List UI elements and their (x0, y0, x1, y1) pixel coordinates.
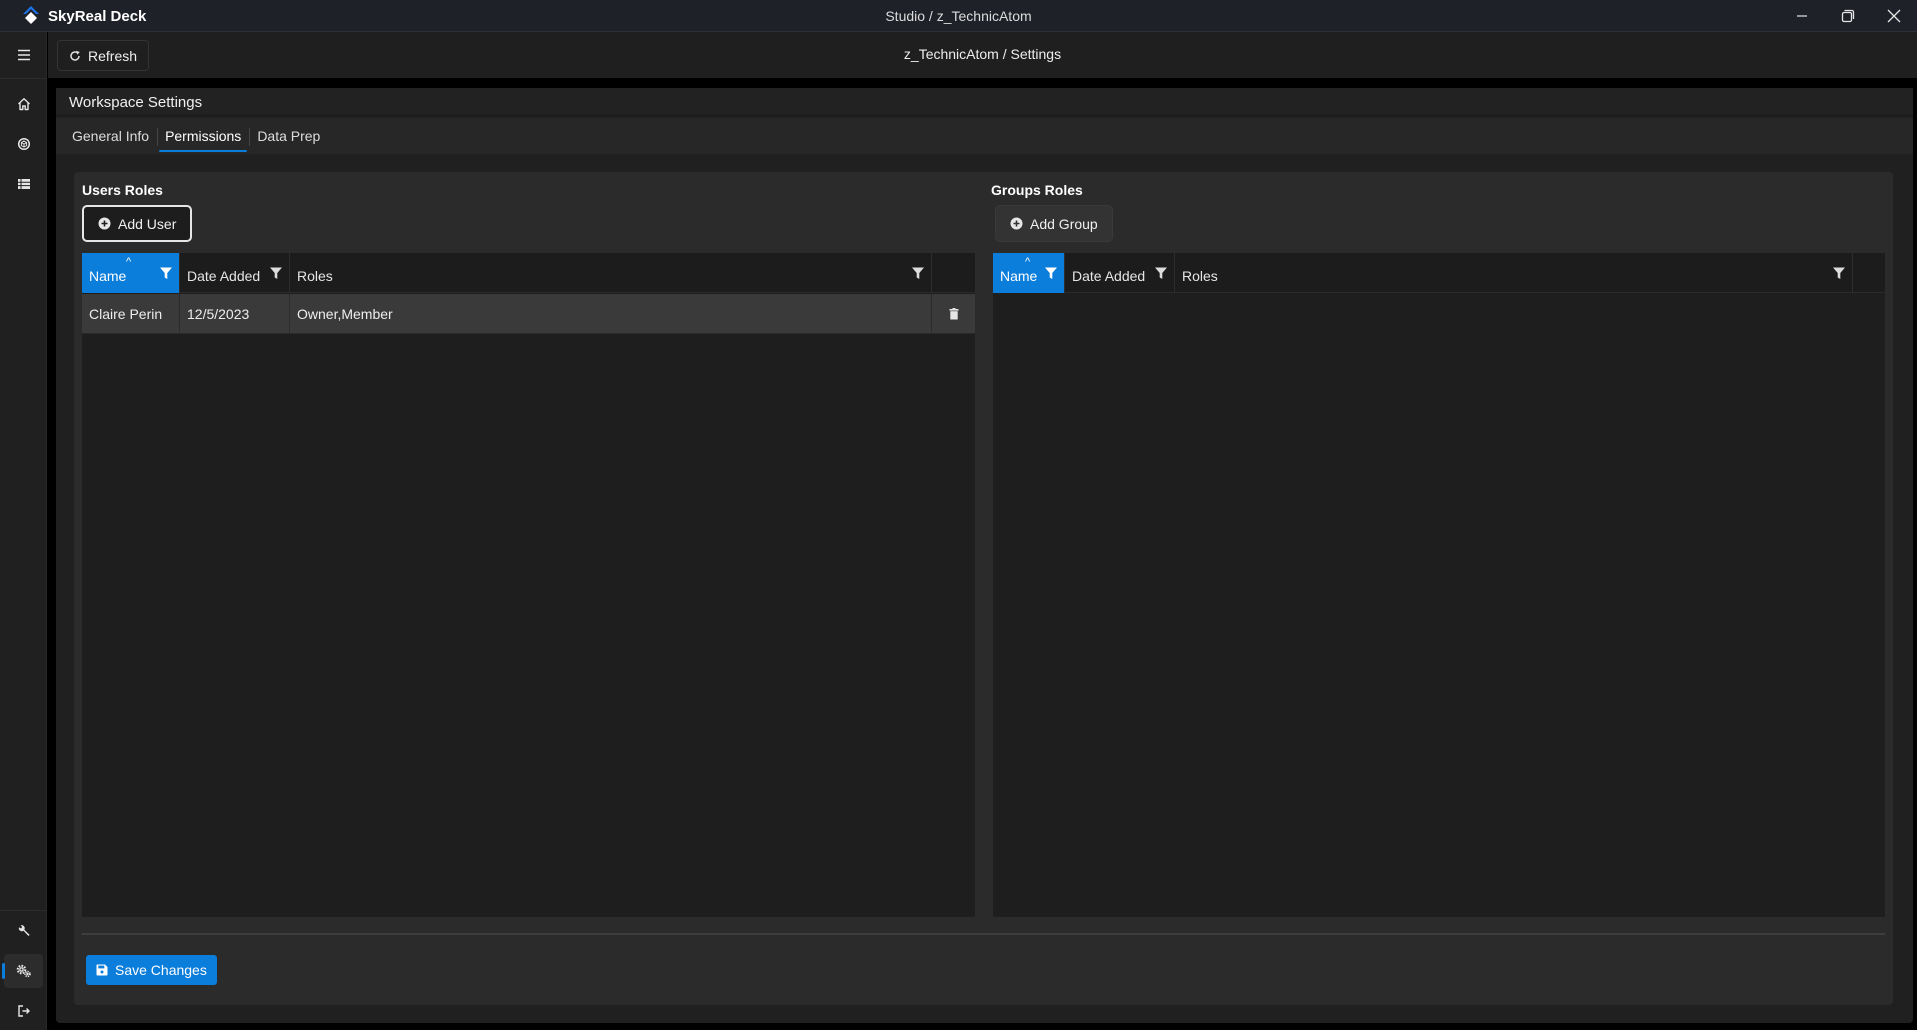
table-row[interactable]: Claire Perin 12/5/2023 Owner,Member (82, 294, 975, 334)
trash-icon (949, 308, 958, 320)
sidebar-item-tools[interactable] (4, 914, 43, 948)
breadcrumb: z_TechnicAtom / Settings (903, 46, 1062, 62)
filter-icon[interactable] (1832, 266, 1846, 280)
restore-button[interactable] (1825, 0, 1871, 32)
minimize-button[interactable] (1779, 0, 1825, 32)
sidebar-menu-button[interactable] (4, 38, 43, 72)
add-user-label: Add User (118, 215, 177, 232)
save-icon (96, 964, 108, 976)
users-col-name[interactable]: ^ Name (82, 253, 180, 293)
save-changes-button[interactable]: Save Changes (86, 955, 217, 985)
minimize-icon (1797, 15, 1807, 17)
window-controls (1779, 0, 1917, 32)
wrench-icon (18, 925, 30, 936)
groups-col-roles[interactable]: Roles (1175, 253, 1853, 293)
close-icon (1887, 9, 1901, 23)
filter-icon[interactable] (1044, 266, 1058, 280)
tab-general-info[interactable]: General Info (64, 118, 157, 154)
users-table: ^ Name Date Added Roles Claire Perin 12/… (82, 253, 975, 917)
cell-name: Claire Perin (82, 294, 180, 334)
users-col-date-label: Date Added (187, 268, 261, 284)
groups-col-actions (1853, 253, 1885, 293)
sidebar-item-studio[interactable] (4, 127, 43, 161)
section-divider (82, 933, 1885, 935)
filter-icon[interactable] (911, 266, 925, 280)
sort-ascending-icon: ^ (1025, 256, 1031, 268)
groups-table: ^ Name Date Added Roles (993, 253, 1885, 917)
home-icon (17, 98, 30, 111)
filter-icon[interactable] (1154, 266, 1168, 280)
users-table-header: ^ Name Date Added Roles (82, 253, 975, 293)
sort-ascending-icon: ^ (126, 256, 132, 268)
filter-icon[interactable] (159, 266, 173, 280)
users-col-roles-label: Roles (297, 268, 333, 284)
close-button[interactable] (1871, 0, 1917, 32)
menu-icon (17, 49, 30, 61)
cube-icon (17, 137, 30, 151)
restore-icon (1841, 9, 1855, 23)
filter-icon[interactable] (269, 266, 283, 280)
tab-permissions[interactable]: Permissions (157, 118, 249, 154)
users-col-actions (932, 253, 975, 293)
window-title: Studio / z_TechnicAtom (885, 8, 1032, 24)
groups-col-date-added[interactable]: Date Added (1065, 253, 1175, 293)
users-roles-title: Users Roles (82, 182, 163, 198)
sidebar-item-logout[interactable] (4, 994, 43, 1028)
users-col-roles[interactable]: Roles (290, 253, 932, 293)
sidebar-divider (0, 78, 47, 79)
groups-col-name[interactable]: ^ Name (993, 253, 1065, 293)
workspace-settings-panel: Workspace Settings General Info Permissi… (56, 88, 1913, 1023)
users-col-name-label: Name (89, 268, 127, 284)
sidebar-item-settings[interactable] (2, 954, 43, 988)
add-group-label: Add Group (1030, 215, 1098, 232)
delete-user-button[interactable] (932, 294, 975, 334)
save-changes-label: Save Changes (115, 962, 207, 978)
cell-roles: Owner,Member (290, 294, 932, 334)
sidebar-item-home[interactable] (4, 87, 43, 121)
logout-icon (17, 1005, 30, 1017)
sidebar (0, 32, 47, 1030)
plus-circle-icon (98, 217, 111, 230)
groups-col-date-label: Date Added (1072, 268, 1146, 284)
toolbar: Refresh z_TechnicAtom / Settings (48, 32, 1917, 78)
list-icon (17, 179, 30, 189)
gears-icon (16, 964, 31, 978)
groups-roles-title: Groups Roles (991, 182, 1083, 198)
sidebar-item-list[interactable] (4, 167, 43, 201)
groups-table-header: ^ Name Date Added Roles (993, 253, 1885, 293)
groups-col-roles-label: Roles (1182, 268, 1218, 284)
cell-date-added: 12/5/2023 (180, 294, 290, 334)
sidebar-divider-bottom (0, 910, 47, 911)
settings-tabs: General Info Permissions Data Prep (56, 118, 1913, 154)
panel-title: Workspace Settings (56, 88, 1913, 116)
permissions-card: Users Roles Add User ^ Name Date Added R… (74, 172, 1893, 1005)
add-group-button[interactable]: Add Group (995, 205, 1113, 242)
plus-circle-icon (1010, 217, 1023, 230)
tab-data-prep[interactable]: Data Prep (249, 118, 328, 154)
add-user-button[interactable]: Add User (82, 205, 193, 242)
users-col-date-added[interactable]: Date Added (180, 253, 290, 293)
title-bar: SkyReal Deck Studio / z_TechnicAtom (0, 0, 1917, 32)
groups-col-name-label: Name (1000, 268, 1038, 284)
